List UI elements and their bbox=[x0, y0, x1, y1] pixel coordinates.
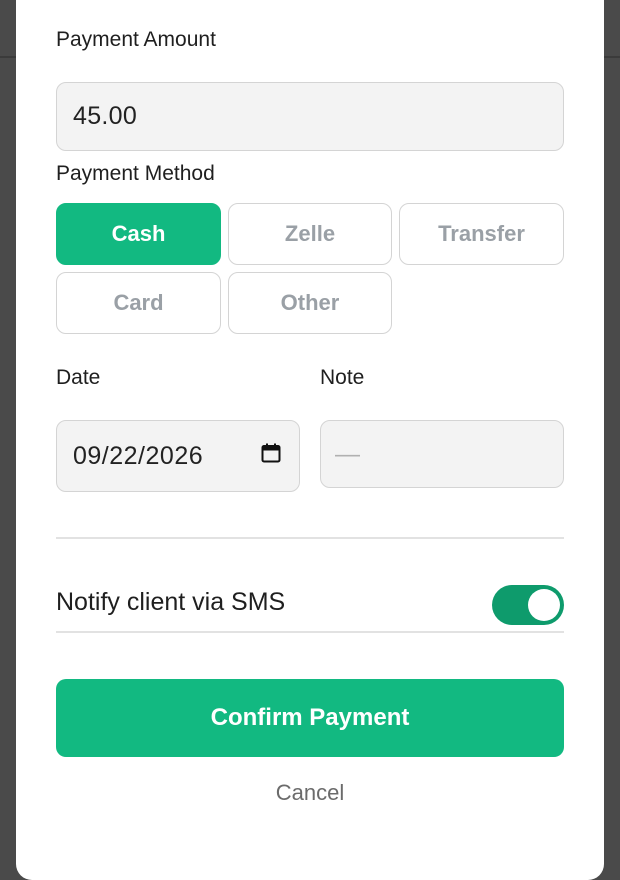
method-option-label: Cash bbox=[111, 221, 166, 246]
date-value: 09/22/2026 bbox=[73, 441, 204, 470]
payment-amount-value: 45.00 bbox=[73, 102, 138, 130]
method-option-transfer[interactable]: Transfer bbox=[399, 203, 564, 265]
method-option-other[interactable]: Other bbox=[228, 272, 392, 334]
note-input[interactable]: — bbox=[320, 420, 564, 488]
confirm-payment-button[interactable]: Confirm Payment bbox=[56, 679, 564, 757]
method-option-cash[interactable]: Cash bbox=[56, 203, 221, 265]
sms-notify-label: Notify client via SMS bbox=[56, 588, 286, 616]
date-input[interactable]: 09/22/2026 bbox=[56, 420, 300, 492]
note-placeholder: — bbox=[335, 439, 360, 468]
note-label: Note bbox=[320, 366, 365, 389]
calendar-icon[interactable] bbox=[259, 441, 283, 472]
sms-notify-toggle[interactable] bbox=[492, 585, 564, 625]
divider bbox=[56, 537, 564, 539]
sheet-content: Payment Amount 45.00 Payment Method Cash… bbox=[16, 0, 604, 846]
date-label: Date bbox=[56, 366, 101, 389]
payment-amount-label: Payment Amount bbox=[56, 28, 216, 51]
payment-method-label: Payment Method bbox=[56, 162, 215, 185]
toggle-knob bbox=[528, 589, 560, 621]
cancel-link[interactable]: Cancel bbox=[56, 780, 564, 806]
backdrop-divider bbox=[0, 56, 16, 58]
method-option-label: Zelle bbox=[284, 221, 336, 246]
method-option-label: Other bbox=[280, 290, 340, 315]
payment-sheet: Payment Amount 45.00 Payment Method Cash… bbox=[16, 0, 604, 880]
method-option-card[interactable]: Card bbox=[56, 272, 221, 334]
payment-amount-input[interactable]: 45.00 bbox=[56, 82, 564, 151]
method-option-zelle[interactable]: Zelle bbox=[228, 203, 392, 265]
backdrop-divider bbox=[604, 56, 620, 58]
divider bbox=[56, 631, 564, 633]
method-option-label: Transfer bbox=[438, 221, 525, 246]
method-option-label: Card bbox=[113, 290, 164, 315]
